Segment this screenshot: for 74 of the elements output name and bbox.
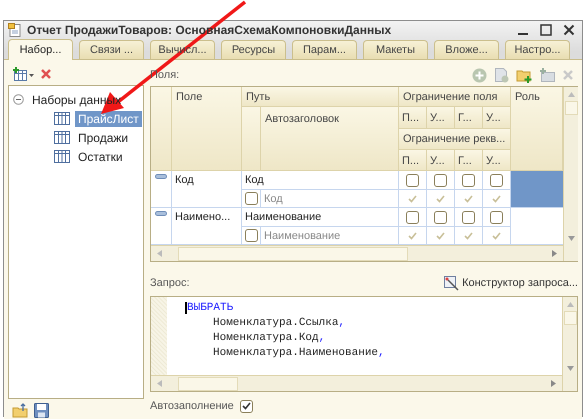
code-line: ВЫБРАТЬ xyxy=(185,301,234,316)
tree-item[interactable]: Остатки xyxy=(75,148,126,164)
table-icon xyxy=(54,150,70,163)
title-cell: Код xyxy=(261,190,399,208)
wand-icon xyxy=(444,276,460,290)
minimize-icon xyxy=(518,33,528,35)
scroll-right-icon[interactable] xyxy=(550,379,558,388)
vertical-scrollbar[interactable] xyxy=(563,87,578,261)
column-header[interactable]: Автозаголовок xyxy=(261,107,399,171)
horizontal-scrollbar[interactable] xyxy=(151,245,563,261)
column-header[interactable]: П... xyxy=(399,150,427,171)
close-icon xyxy=(563,24,575,36)
folder-add-icon[interactable] xyxy=(516,68,532,82)
query-designer-button[interactable]: Конструктор запроса... xyxy=(444,276,578,290)
checkbox[interactable] xyxy=(406,210,419,224)
column-header[interactable]: Ограничение поля xyxy=(399,87,511,107)
checkbox[interactable] xyxy=(462,210,475,224)
code-line: Номенклатура.Ссылка, xyxy=(212,316,346,331)
column-header[interactable]: У... xyxy=(483,150,511,171)
scroll-thumb[interactable] xyxy=(564,311,576,325)
document-icon xyxy=(8,23,22,37)
query-editor[interactable]: ВЫБРАТЬ Номенклатура.Ссылка, Номенклатура.Код, Номенклатура.Наименование, xyxy=(150,296,578,392)
scroll-right-icon[interactable] xyxy=(551,249,559,258)
column-header[interactable]: У... xyxy=(483,107,511,129)
maximize-icon xyxy=(540,24,552,36)
path-cell: Код xyxy=(242,171,399,190)
scroll-thumb[interactable] xyxy=(564,101,578,115)
checkbox[interactable] xyxy=(462,174,475,186)
column-header[interactable]: Путь xyxy=(242,87,399,107)
column-header[interactable]: П... xyxy=(399,107,427,129)
checkbox[interactable] xyxy=(240,400,253,412)
column-header[interactable]: У... xyxy=(427,150,455,171)
checkbox[interactable] xyxy=(244,192,258,205)
path-cell: Наименование xyxy=(242,208,399,227)
tab[interactable]: Вложе... xyxy=(434,40,499,59)
table-add-icon[interactable] xyxy=(539,68,555,82)
table-icon xyxy=(54,131,70,144)
delete-icon[interactable] xyxy=(40,68,52,80)
column-header[interactable]: Г... xyxy=(455,150,483,171)
tab[interactable]: Связи ... xyxy=(79,40,144,59)
checkbox[interactable] xyxy=(434,174,447,186)
horizontal-scrollbar[interactable] xyxy=(151,375,562,391)
collapse-icon[interactable] xyxy=(13,94,24,105)
add-table-icon[interactable] xyxy=(12,67,34,81)
check-icon xyxy=(242,402,251,410)
checkbox[interactable] xyxy=(406,174,419,186)
tab[interactable]: Настро... xyxy=(505,40,570,59)
document-add-icon[interactable] xyxy=(494,68,509,82)
autofill-label: Автозаполнение xyxy=(150,400,234,412)
column-header[interactable]: Ограничение рекв... xyxy=(399,129,511,150)
column-header[interactable]: Поле xyxy=(172,87,242,171)
tab[interactable]: Ресурсы xyxy=(221,40,286,59)
checkbox[interactable] xyxy=(490,174,503,186)
checkbox[interactable] xyxy=(434,210,447,224)
column-header[interactable]: Г... xyxy=(455,107,483,129)
column-header[interactable]: Роль xyxy=(511,87,563,171)
minus-icon xyxy=(155,211,167,216)
checkbox[interactable] xyxy=(244,229,258,242)
column-header xyxy=(242,107,261,171)
column-header[interactable]: У... xyxy=(427,107,455,129)
checkbox[interactable] xyxy=(490,210,503,224)
minus-icon xyxy=(155,174,167,179)
code-line: Номенклатура.Код, xyxy=(212,331,326,346)
code-line: Номенклатура.Наименование, xyxy=(212,346,386,361)
save-icon[interactable] xyxy=(34,402,49,418)
tab[interactable]: Набор... xyxy=(8,39,73,60)
tab[interactable]: Макеты xyxy=(363,40,428,59)
vertical-scrollbar[interactable] xyxy=(562,297,577,391)
tree-item[interactable]: Продажи xyxy=(75,130,132,146)
table-icon xyxy=(54,112,70,125)
folder-upload-icon[interactable] xyxy=(12,402,28,418)
query-label: Запрос: xyxy=(150,277,190,289)
field-cell: Код xyxy=(172,171,242,208)
tab[interactable]: Парам... xyxy=(292,40,357,59)
